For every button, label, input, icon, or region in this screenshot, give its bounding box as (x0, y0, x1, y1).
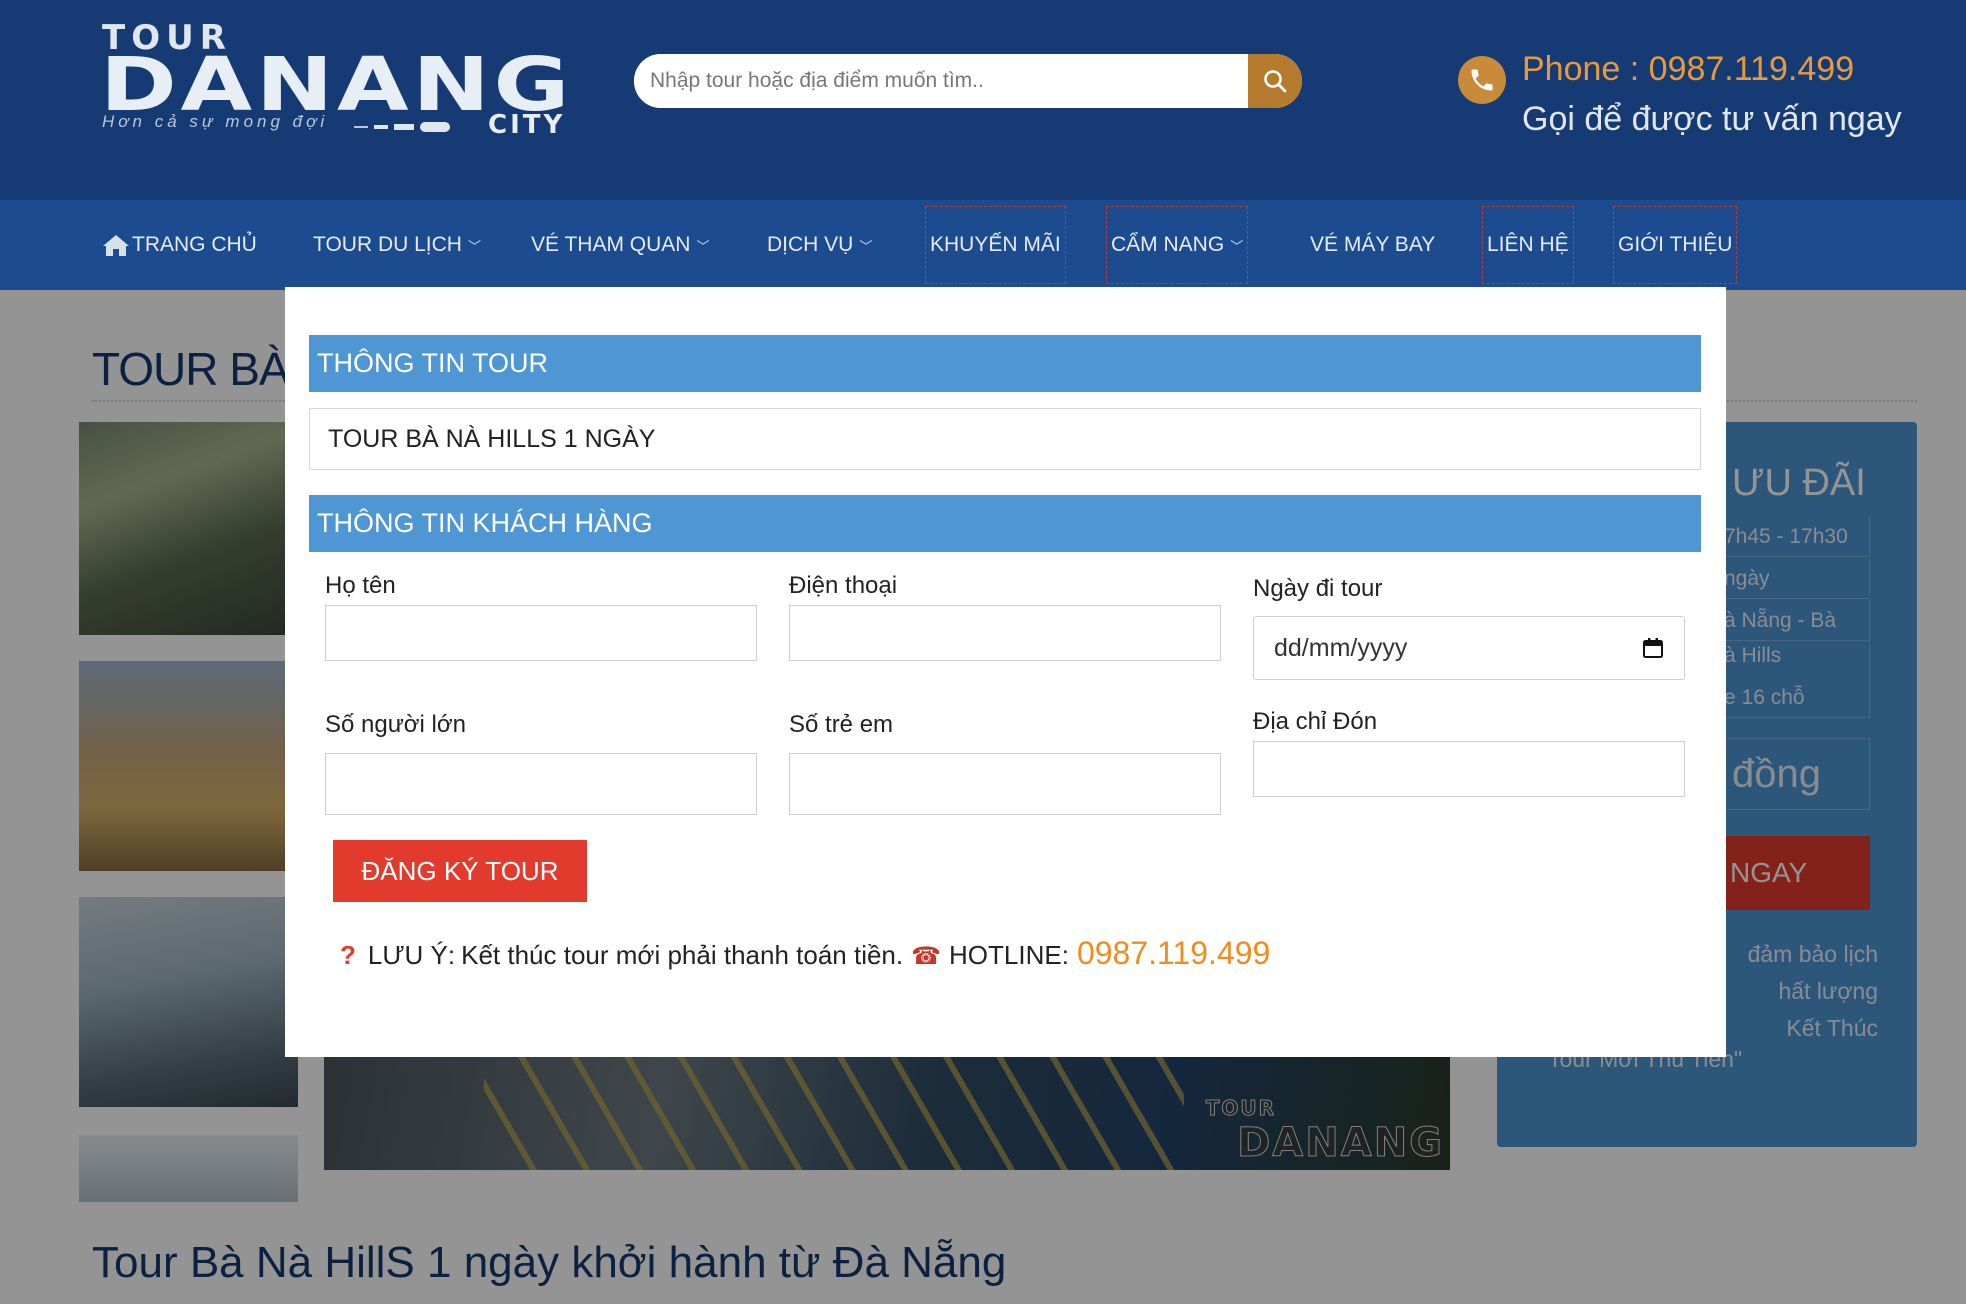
note-label: LƯU Ý: (367, 940, 456, 970)
booking-modal: THÔNG TIN TOUR TOUR BÀ NÀ HILLS 1 NGÀY T… (285, 287, 1726, 1057)
nav-item-handbook[interactable]: CẨM NANG ﹀ (1106, 206, 1249, 284)
phone-icon (1458, 56, 1506, 104)
phone-label: Điện thoại (789, 572, 898, 599)
pickup-input[interactable] (1253, 741, 1685, 797)
tour-date-label: Ngày đi tour (1253, 575, 1383, 602)
nav-item-label: DỊCH VỤ (767, 233, 854, 256)
chevron-down-icon: ﹀ (859, 238, 873, 254)
nav-item-about[interactable]: GIỚI THIỆU (1613, 206, 1738, 284)
nav-item-label: GIỚI THIỆU (1618, 233, 1733, 256)
date-placeholder: dd/mm/yyyy (1274, 633, 1408, 662)
adults-input[interactable] (325, 753, 757, 815)
hotline-label: HOTLINE: (949, 940, 1069, 970)
calendar-icon[interactable] (1642, 637, 1664, 659)
site-logo[interactable]: TOUR DANANG Hơn cả sự mong đợi CITY (100, 18, 569, 140)
logo-tagline: Hơn cả sự mong đợi (102, 112, 329, 131)
tour-name-field: TOUR BÀ NÀ HILLS 1 NGÀY (309, 408, 1701, 470)
main-nav: TRANG CHỦ TOUR DU LỊCH ﹀ VÉ THAM QUAN ﹀ … (0, 200, 1966, 290)
nav-item-contact[interactable]: LIÊN HỆ (1482, 206, 1574, 284)
phone-input[interactable] (789, 605, 1221, 661)
chevron-down-icon: ﹀ (1230, 238, 1244, 254)
note-text: Kết thúc tour mới phải thanh toán tiền. (461, 940, 904, 970)
search-icon (1264, 70, 1287, 93)
nav-item-promotions[interactable]: KHUYẾN MÃI (925, 206, 1066, 284)
nav-item-label: VÉ MÁY BAY (1310, 233, 1436, 256)
nav-item-tickets[interactable]: VÉ THAM QUAN ﹀ (531, 200, 709, 290)
nav-item-label: KHUYẾN MÃI (930, 233, 1061, 256)
payment-note: ? LƯU Ý: Kết thúc tour mới phải thanh to… (340, 935, 1270, 972)
logo-city-text: CITY (488, 110, 566, 140)
children-input[interactable] (789, 753, 1221, 815)
site-header: TOUR DANANG Hơn cả sự mong đợi CITY Phon… (0, 0, 1966, 200)
nav-item-label: CẨM NANG (1111, 233, 1225, 256)
children-label: Số trẻ em (789, 711, 894, 738)
hotline-number[interactable]: 0987.119.499 (1077, 935, 1270, 972)
register-tour-button[interactable]: ĐĂNG KÝ TOUR (333, 840, 587, 902)
telephone-icon: ☎ (911, 943, 942, 970)
adults-label: Số người lớn (325, 711, 466, 738)
chevron-down-icon: ﹀ (696, 238, 710, 254)
nav-item-label: VÉ THAM QUAN (531, 233, 691, 256)
nav-item-tour[interactable]: TOUR DU LỊCH ﹀ (313, 200, 481, 290)
pickup-label: Địa chỉ Đón (1253, 708, 1378, 735)
nav-item-services[interactable]: DỊCH VỤ ﹀ (767, 200, 872, 290)
nav-item-label: LIÊN HỆ (1487, 233, 1569, 256)
nav-item-home[interactable]: TRANG CHỦ (102, 200, 257, 290)
phone-number-text[interactable]: Phone : 0987.119.499 (1522, 50, 1854, 89)
section-header-customer: THÔNG TIN KHÁCH HÀNG (309, 495, 1701, 552)
search-input[interactable] (634, 54, 1248, 108)
tour-date-input[interactable]: dd/mm/yyyy (1253, 616, 1685, 680)
nav-item-flights[interactable]: VÉ MÁY BAY (1310, 200, 1435, 290)
nav-item-label: TOUR DU LỊCH (313, 233, 462, 256)
name-label: Họ tên (325, 572, 396, 599)
chevron-down-icon: ﹀ (467, 238, 481, 254)
logo-dash-decoration (354, 122, 450, 132)
search-bar (634, 54, 1302, 108)
name-input[interactable] (325, 605, 757, 661)
question-icon: ? (340, 940, 356, 970)
home-icon (103, 235, 129, 256)
section-header-tour: THÔNG TIN TOUR (309, 335, 1701, 392)
nav-item-label: TRANG CHỦ (132, 233, 257, 256)
search-button[interactable] (1248, 54, 1302, 108)
phone-subtitle: Gọi để được tư vấn ngay (1522, 100, 1902, 138)
